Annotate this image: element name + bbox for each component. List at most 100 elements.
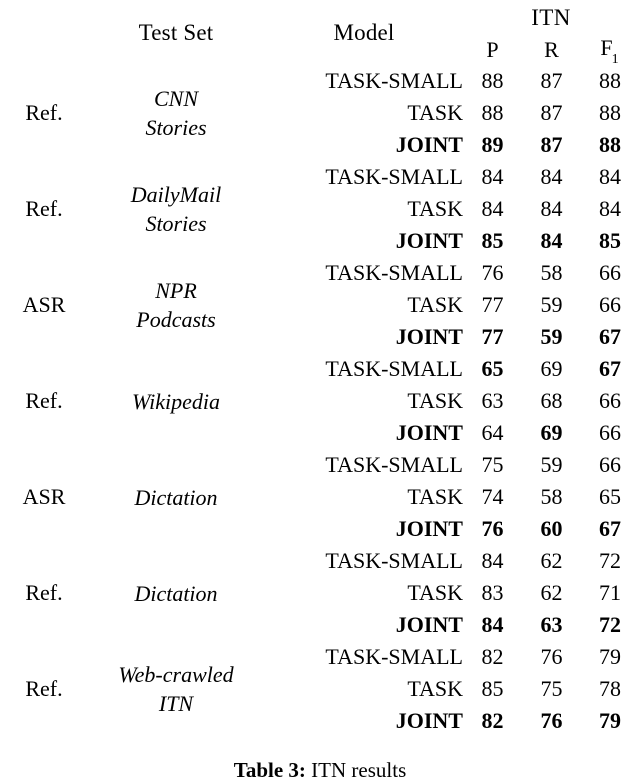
cell-test-set: Web-crawled ITN <box>87 641 265 737</box>
cell-f1: 84 <box>599 196 621 222</box>
cell-recall: 87 <box>540 132 563 158</box>
cell-model-name: JOINT <box>395 420 463 446</box>
cell-precision: 74 <box>481 484 504 510</box>
cell-model-name: TASK-SMALL <box>325 164 463 190</box>
cell-recall: 60 <box>540 516 563 542</box>
cell-precision: 88 <box>481 100 504 126</box>
table-row: Ref. DailyMail Stories TASK-SMALL 84 84 84 <box>1 161 639 236</box>
cell-recall: 87 <box>540 100 563 126</box>
cell-model-name: TASK <box>407 580 463 606</box>
cell-f1: 85 <box>599 228 621 254</box>
cell-f1: 65 <box>599 484 621 510</box>
cell-precision: 77 <box>481 292 504 318</box>
table-figure-page: Test Set Model ITN P R F1 Ref. CNN Stories… <box>0 1 640 782</box>
cell-recall: 84 <box>540 164 563 190</box>
cell-model-name: JOINT <box>395 132 463 158</box>
header-test-set: Test Set <box>138 20 214 46</box>
table-row: Ref. Wikipedia TASK-SMALL 65 69 67 <box>1 353 639 413</box>
cell-model-name: TASK <box>407 676 463 702</box>
cell-model-name: JOINT <box>395 612 463 638</box>
cell-f1: 67 <box>599 324 621 350</box>
cell-model-name: JOINT <box>395 516 463 542</box>
cell-source: Ref. <box>25 196 63 222</box>
table-row: Ref. Dictation TASK-SMALL 84 62 72 <box>1 545 639 605</box>
cell-source: Ref. <box>25 100 63 126</box>
cell-precision: 76 <box>481 260 504 286</box>
cell-recall: 62 <box>540 548 563 574</box>
cell-recall: 69 <box>540 356 563 382</box>
header-metric-f1: F1 <box>581 35 639 67</box>
table-caption: Table 3: ITN results <box>0 758 640 783</box>
header-metric-precision: P <box>463 35 522 65</box>
table-header: Test Set Model ITN P R F1 <box>1 1 639 67</box>
cell-source: ASR <box>22 484 66 510</box>
cell-recall: 87 <box>540 68 563 94</box>
test-set-line: DailyMail <box>130 182 222 208</box>
cell-model-name: TASK <box>407 196 463 222</box>
cell-recall: 75 <box>540 676 563 702</box>
cell-model-name: JOINT <box>395 228 463 254</box>
cell-recall: 58 <box>540 484 563 510</box>
cell-test-set: Dictation <box>87 449 265 545</box>
cell-recall: 68 <box>540 388 563 414</box>
cell-precision: 76 <box>481 516 504 542</box>
cell-recall: 76 <box>540 708 563 734</box>
test-set-line: NPR <box>155 278 197 304</box>
header-metric-f1-label: F <box>600 35 613 60</box>
header-metric-recall: R <box>522 35 581 65</box>
cell-recall: 84 <box>540 228 563 254</box>
cell-recall: 69 <box>540 420 563 446</box>
cell-precision: 84 <box>481 548 504 574</box>
test-set-line: Web-crawled <box>118 662 234 688</box>
cell-recall: 76 <box>540 644 563 670</box>
test-set-line: Dictation <box>134 580 218 606</box>
cell-f1: 78 <box>599 676 621 702</box>
cell-model-name: TASK-SMALL <box>325 644 463 670</box>
cell-model-name: TASK-SMALL <box>325 68 463 94</box>
cell-f1: 88 <box>599 68 621 94</box>
cell-precision: 83 <box>481 580 504 606</box>
table-row: Ref. CNN Stories TASK-SMALL 88 87 88 <box>1 65 639 140</box>
cell-precision: 75 <box>481 452 504 478</box>
cell-recall: 84 <box>540 196 563 222</box>
cell-test-set: DailyMail Stories <box>87 161 265 257</box>
cell-precision: 63 <box>481 388 504 414</box>
cell-f1: 79 <box>599 644 621 670</box>
cell-precision: 77 <box>481 324 504 350</box>
cell-f1: 67 <box>599 356 621 382</box>
cell-test-set: Wikipedia <box>87 353 265 449</box>
cell-test-set: CNN Stories <box>87 65 265 161</box>
cell-test-set: NPR Podcasts <box>87 257 265 353</box>
cell-model-name: TASK <box>407 388 463 414</box>
cell-f1: 71 <box>599 580 621 606</box>
cell-source: Ref. <box>25 388 63 414</box>
cell-model-name: TASK-SMALL <box>325 356 463 382</box>
cell-source: Ref. <box>25 580 63 606</box>
cell-f1: 67 <box>599 516 621 542</box>
cell-f1: 66 <box>599 452 621 478</box>
test-set-line: Dictation <box>134 484 218 510</box>
cell-f1: 88 <box>599 100 621 126</box>
cell-f1: 66 <box>599 292 621 318</box>
cell-precision: 88 <box>481 68 504 94</box>
cell-recall: 62 <box>540 580 563 606</box>
cell-precision: 84 <box>481 612 504 638</box>
cell-f1: 66 <box>599 420 621 446</box>
cell-model-name: TASK <box>407 292 463 318</box>
cell-model-name: JOINT <box>395 708 463 734</box>
header-row-group: Test Set Model ITN <box>1 1 639 45</box>
cell-source: Ref. <box>25 676 63 702</box>
cell-model-name: TASK <box>407 100 463 126</box>
cell-f1: 66 <box>599 260 621 286</box>
test-set-line: Stories <box>145 115 207 141</box>
cell-source: ASR <box>22 292 66 318</box>
table-row: ASR Dictation TASK-SMALL 75 59 66 <box>1 449 639 509</box>
cell-precision: 65 <box>481 356 504 382</box>
header-metric-group-itn: ITN <box>531 5 571 30</box>
cell-model-name: TASK-SMALL <box>325 452 463 478</box>
cell-test-set: Dictation <box>87 545 265 641</box>
cell-precision: 85 <box>481 228 504 254</box>
table-row: Ref. Web-crawled ITN TASK-SMALL 82 76 79 <box>1 641 639 716</box>
cell-recall: 63 <box>540 612 563 638</box>
cell-f1: 72 <box>599 612 621 638</box>
